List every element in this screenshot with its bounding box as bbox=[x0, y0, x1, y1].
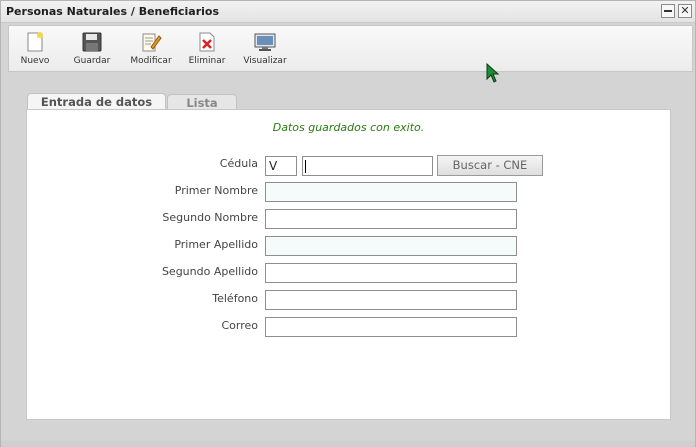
new-button-label: Nuevo bbox=[20, 56, 50, 66]
search-cne-button[interactable]: Buscar - CNE bbox=[437, 155, 543, 176]
first-name-label: Primer Nombre bbox=[174, 184, 258, 197]
save-button[interactable]: Guardar bbox=[66, 31, 118, 66]
text-caret bbox=[305, 160, 306, 173]
first-name-input[interactable] bbox=[265, 182, 517, 202]
delete-button[interactable]: Eliminar bbox=[181, 31, 233, 66]
status-message: Datos guardados con exito. bbox=[272, 121, 425, 134]
email-input[interactable] bbox=[265, 317, 517, 337]
minimize-button[interactable] bbox=[661, 4, 675, 18]
delete-document-icon bbox=[196, 31, 218, 53]
phone-label: Teléfono bbox=[212, 292, 258, 305]
cedula-number-input[interactable] bbox=[302, 156, 433, 176]
edit-button[interactable]: Modificar bbox=[125, 31, 177, 66]
close-button[interactable]: ✕ bbox=[678, 4, 692, 18]
first-surname-input[interactable] bbox=[265, 236, 517, 256]
second-name-input[interactable] bbox=[265, 209, 517, 229]
toolbar: Nuevo Guardar Modificar Eliminar Visuali… bbox=[8, 25, 693, 72]
view-button-label: Visualizar bbox=[243, 56, 287, 66]
first-surname-label: Primer Apellido bbox=[174, 238, 258, 251]
new-document-icon bbox=[24, 31, 46, 53]
new-button[interactable]: Nuevo bbox=[9, 31, 61, 66]
form-panel: Datos guardados con exito. Cédula V Busc… bbox=[26, 109, 671, 420]
mouse-cursor-icon bbox=[485, 62, 501, 85]
email-label: Correo bbox=[221, 319, 258, 332]
second-surname-label: Segundo Apellido bbox=[161, 265, 258, 278]
edit-document-icon bbox=[140, 31, 162, 53]
bottom-bar bbox=[1, 441, 695, 447]
window-title: Personas Naturales / Beneficiarios bbox=[6, 5, 220, 18]
floppy-disk-icon bbox=[81, 31, 103, 53]
view-button[interactable]: Visualizar bbox=[239, 31, 291, 66]
close-icon: ✕ bbox=[680, 4, 690, 17]
minimize-icon bbox=[664, 10, 672, 12]
second-surname-input[interactable] bbox=[265, 263, 517, 283]
cedula-prefix-select[interactable]: V bbox=[265, 156, 297, 176]
main-window: Personas Naturales / Beneficiarios ✕ Nue… bbox=[0, 0, 696, 447]
tab-data-entry[interactable]: Entrada de datos bbox=[27, 93, 166, 110]
monitor-icon bbox=[254, 31, 276, 53]
edit-button-label: Modificar bbox=[130, 56, 172, 66]
title-bar: Personas Naturales / Beneficiarios ✕ bbox=[1, 1, 695, 23]
phone-input[interactable] bbox=[265, 290, 517, 310]
cedula-label: Cédula bbox=[219, 157, 258, 170]
delete-button-label: Eliminar bbox=[188, 56, 226, 66]
save-button-label: Guardar bbox=[73, 56, 111, 66]
second-name-label: Segundo Nombre bbox=[162, 211, 258, 224]
